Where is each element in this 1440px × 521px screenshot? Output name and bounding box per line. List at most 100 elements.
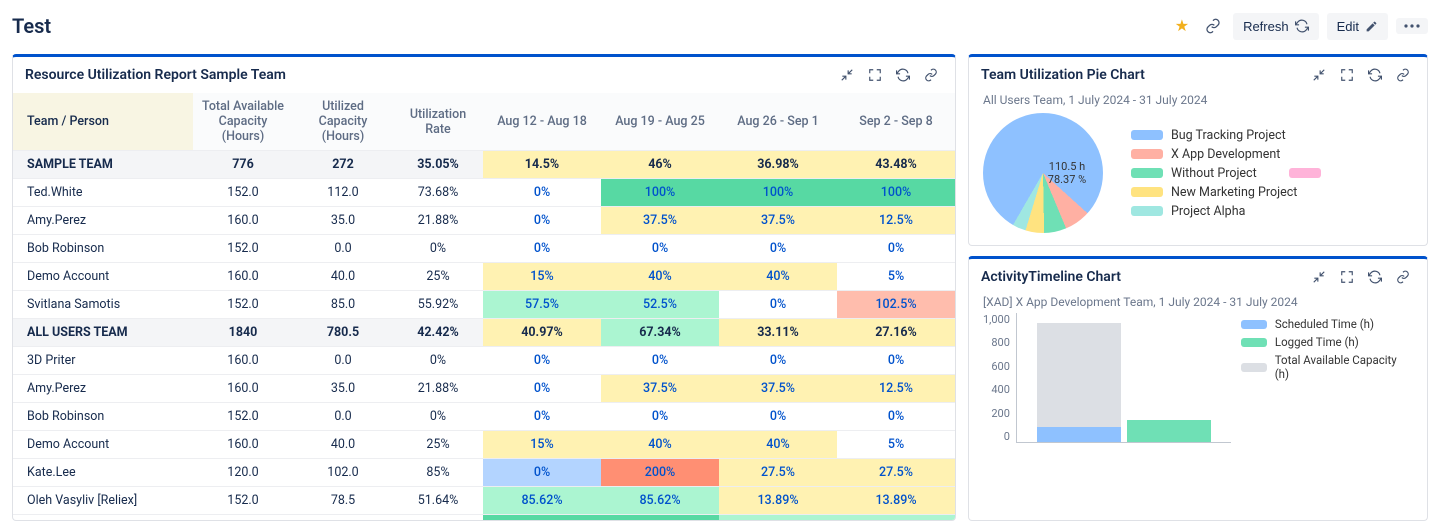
cell-rate: 0% — [393, 403, 483, 431]
cell-name: Svitlana Samotis — [13, 291, 193, 319]
y-tick: 1,000 — [983, 313, 1010, 326]
week-cell: 37.5% — [601, 207, 719, 235]
collapse-icon[interactable] — [1307, 265, 1331, 289]
legend-item[interactable]: X App Development — [1131, 147, 1321, 162]
cell-utilized: 112.0 — [293, 179, 393, 207]
refresh-button[interactable]: Refresh — [1233, 13, 1319, 40]
y-tick: 800 — [991, 336, 1010, 349]
cell-name: Demo Account — [13, 431, 193, 459]
week-cell: 57.5% — [483, 291, 601, 319]
cell-name: Amy.Perez — [13, 375, 193, 403]
cell-rate: 21.88% — [393, 207, 483, 235]
table-row[interactable]: SAMPLE TEAM77627235.05%14.5%46%36.98%43.… — [13, 151, 955, 179]
pie-title: Team Utilization Pie Chart — [981, 67, 1145, 83]
table-row[interactable]: Amy.Perez160.035.021.88%0%37.5%37.5%12.5… — [13, 375, 955, 403]
refresh-icon — [1295, 19, 1309, 33]
pie-center-label: 110.5 h 78.37 % — [1048, 160, 1086, 186]
collapse-icon[interactable] — [1307, 63, 1331, 87]
table-row[interactable]: 3D Priter160.00.00%0%0%0%0% — [13, 347, 955, 375]
week-cell: 100% — [837, 179, 955, 207]
week-cell: 0% — [719, 347, 837, 375]
week-cell: 40.97% — [483, 319, 601, 347]
cell-total: 1840 — [193, 319, 293, 347]
table-row[interactable]: Demo Account160.040.025%15%40%40%5% — [13, 263, 955, 291]
report-title: Resource Utilization Report Sample Team — [25, 67, 286, 83]
cell-rate: 55.92% — [393, 291, 483, 319]
cell-rate: 85% — [393, 459, 483, 487]
legend-item[interactable]: New Marketing Project — [1131, 185, 1321, 200]
week-cell: 0% — [483, 179, 601, 207]
cell-name: Bob Robinson — [13, 235, 193, 263]
cell-total: 776 — [193, 151, 293, 179]
week-cell: 0% — [483, 375, 601, 403]
more-button[interactable] — [1396, 18, 1428, 34]
cell-name: Demo Account — [13, 263, 193, 291]
table-row[interactable]: Demo Account160.040.025%15%40%40%5% — [13, 431, 955, 459]
week-cell: 15% — [483, 431, 601, 459]
table-row[interactable]: Kate.Lee120.0102.085%0%200%27.5%27.5% — [13, 459, 955, 487]
week-cell: 37.5% — [719, 375, 837, 403]
legend-swatch — [1131, 149, 1163, 159]
table-row[interactable]: Bob Robinson152.00.00%0%0%0%0% — [13, 403, 955, 431]
link-icon[interactable] — [1201, 14, 1225, 38]
cell-utilized: 40.0 — [293, 263, 393, 291]
week-cell: 43.48% — [837, 151, 955, 179]
link-icon[interactable] — [1391, 63, 1415, 87]
column-header: Team / Person — [13, 93, 193, 151]
cell-total: 160.0 — [193, 375, 293, 403]
week-cell: 5% — [837, 431, 955, 459]
cell-total: 152.0 — [193, 515, 293, 521]
table-row[interactable]: Amy.Perez160.035.021.88%0%37.5%37.5%12.5… — [13, 207, 955, 235]
week-cell: 0% — [483, 347, 601, 375]
cell-rate: 25% — [393, 263, 483, 291]
table-row[interactable]: Bob Robinson152.00.00%0%0%0%0% — [13, 235, 955, 263]
refresh-icon[interactable] — [1363, 265, 1387, 289]
cell-name: ALL USERS TEAM — [13, 319, 193, 347]
cell-name: SAMPLE TEAM — [13, 151, 193, 179]
legend-swatch — [1241, 363, 1267, 372]
refresh-icon[interactable] — [891, 63, 915, 87]
fullscreen-icon[interactable] — [1335, 265, 1359, 289]
refresh-icon[interactable] — [1363, 63, 1387, 87]
cell-total: 160.0 — [193, 431, 293, 459]
cell-name: 3D Priter — [13, 347, 193, 375]
cell-utilized: 0.0 — [293, 347, 393, 375]
fullscreen-icon[interactable] — [1335, 63, 1359, 87]
table-row[interactable]: Svitlana Samotis152.085.055.92%57.5%52.5… — [13, 291, 955, 319]
legend-swatch — [1241, 338, 1267, 347]
table-row[interactable]: Ted.White152.0112.073.68%0%100%100%100% — [13, 179, 955, 207]
legend-item[interactable]: Scheduled Time (h) — [1241, 317, 1413, 331]
edit-label: Edit — [1337, 19, 1359, 34]
week-cell: 0% — [837, 347, 955, 375]
week-cell: 85.62% — [601, 487, 719, 515]
favorite-icon[interactable]: ★ — [1171, 12, 1193, 40]
cell-rate: 0% — [393, 235, 483, 263]
cell-utilized: 0.0 — [293, 403, 393, 431]
bar-yaxis: 1,0008006004002000 — [983, 313, 1016, 443]
table-row[interactable]: Oleh Vasyliv [Reliex]152.078.551.64%85.6… — [13, 487, 955, 515]
table-row[interactable]: Ostap Zaishlyi152.0118.077.63%92.5%92.5%… — [13, 515, 955, 521]
legend-swatch — [1131, 187, 1163, 197]
cell-utilized: 78.5 — [293, 487, 393, 515]
cell-total: 152.0 — [193, 291, 293, 319]
table-row[interactable]: ALL USERS TEAM1840780.542.42%40.97%67.34… — [13, 319, 955, 347]
legend-item[interactable]: Bug Tracking Project — [1131, 128, 1321, 143]
column-header: Aug 26 - Sep 1 — [719, 93, 837, 151]
column-header: Aug 19 - Aug 25 — [601, 93, 719, 151]
legend-item[interactable]: Project Alpha — [1131, 204, 1321, 219]
y-tick: 0 — [1004, 430, 1010, 443]
link-icon[interactable] — [1391, 265, 1415, 289]
legend-item[interactable]: Total Available Capacity (h) — [1241, 353, 1413, 381]
collapse-icon[interactable] — [835, 63, 859, 87]
legend-label: Scheduled Time (h) — [1275, 317, 1374, 331]
fullscreen-icon[interactable] — [863, 63, 887, 87]
week-cell: 14.5% — [483, 151, 601, 179]
edit-button[interactable]: Edit — [1327, 13, 1388, 40]
bar-plot — [1016, 313, 1231, 443]
legend-item[interactable]: Logged Time (h) — [1241, 335, 1413, 349]
link-icon[interactable] — [919, 63, 943, 87]
legend-item[interactable]: Without Project — [1131, 166, 1321, 181]
pencil-icon — [1365, 20, 1378, 33]
bar-legend: Scheduled Time (h) Logged Time (h) Total A… — [1241, 313, 1413, 443]
column-header: Total Available Capacity (Hours) — [193, 93, 293, 151]
